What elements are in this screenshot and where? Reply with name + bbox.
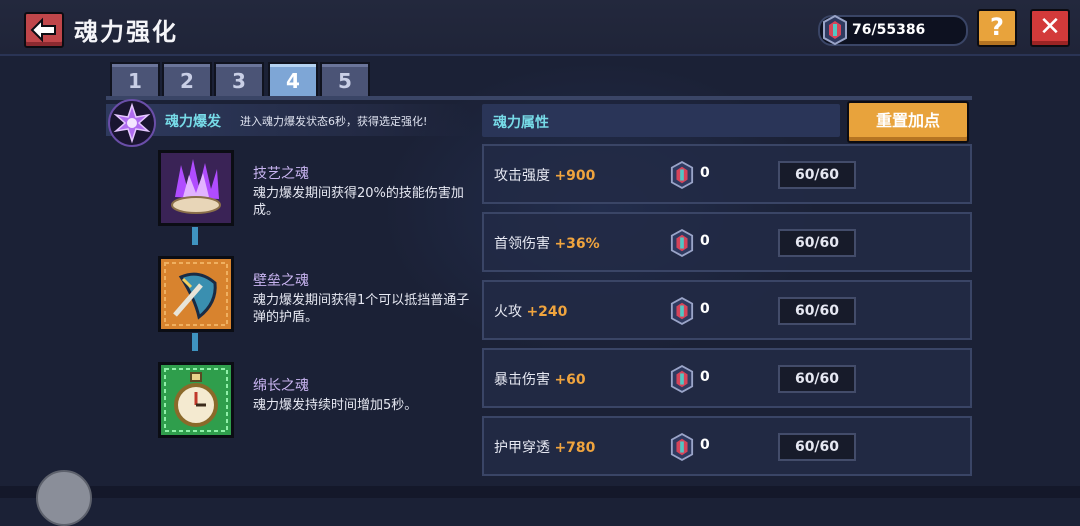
currency-display: 76/55386 <box>818 15 968 46</box>
soul-gem-icon <box>670 365 694 393</box>
tab-4[interactable]: 4 <box>268 62 318 98</box>
skill-name-2: 壁垒之魂 <box>253 273 309 289</box>
bottom-bar <box>0 486 1080 498</box>
soul-gem-icon <box>670 297 694 325</box>
attribute-row: 暴击伤害 +60 0 60/60 <box>482 348 972 408</box>
reset-points-button[interactable]: 重置加点 <box>847 101 969 143</box>
attribute-level[interactable]: 60/60 <box>778 229 856 257</box>
attribute-level[interactable]: 60/60 <box>778 161 856 189</box>
tab-2[interactable]: 2 <box>162 62 212 98</box>
soul-gem-icon <box>670 161 694 189</box>
attribute-row: 火攻 +240 0 60/60 <box>482 280 972 340</box>
attribute-name: 火攻 +240 <box>494 304 568 320</box>
attribute-level[interactable]: 60/60 <box>778 297 856 325</box>
attribute-gem-count: 0 <box>700 233 710 249</box>
purple-crystal-icon[interactable] <box>158 150 234 226</box>
tab-strip <box>106 96 972 100</box>
attribute-bonus: +780 <box>554 440 596 456</box>
tab-3[interactable]: 3 <box>214 62 264 98</box>
soul-gem-icon <box>670 229 694 257</box>
attribute-gem-count: 0 <box>700 165 710 181</box>
attribute-bonus: +36% <box>554 236 600 252</box>
skill-name-3: 绵长之魂 <box>253 378 309 394</box>
attribute-gem-count: 0 <box>700 301 710 317</box>
attribute-gem-count: 0 <box>700 437 710 453</box>
attribute-row: 攻击强度 +900 0 60/60 <box>482 144 972 204</box>
skill-connector <box>192 333 198 351</box>
skill-name-1: 技艺之魂 <box>253 166 309 182</box>
close-button[interactable]: ✕ <box>1030 9 1070 47</box>
skill-description-1: 魂力爆发期间获得20%的技能伤害加成。 <box>253 186 464 218</box>
attribute-name: 暴击伤害 +60 <box>494 372 586 388</box>
burst-title: 魂力爆发 <box>165 114 221 130</box>
back-button[interactable] <box>24 12 64 48</box>
avatar[interactable] <box>36 470 92 526</box>
soul-gem-icon <box>823 15 847 45</box>
attribute-bonus: +240 <box>526 304 568 320</box>
attribute-level[interactable]: 60/60 <box>778 365 856 393</box>
soul-gem-icon <box>670 433 694 461</box>
shield-icon[interactable] <box>158 256 234 332</box>
help-button[interactable]: ? <box>977 9 1017 47</box>
attribute-row: 首领伤害 +36% 0 60/60 <box>482 212 972 272</box>
attribute-bonus: +60 <box>554 372 586 388</box>
attribute-bonus: +900 <box>554 168 596 184</box>
burst-description: 进入魂力爆发状态6秒，获得选定强化! <box>240 115 428 128</box>
tab-5[interactable]: 5 <box>320 62 370 98</box>
attribute-row: 护甲穿透 +780 0 60/60 <box>482 416 972 476</box>
attribute-name: 护甲穿透 +780 <box>494 440 596 456</box>
tab-1[interactable]: 1 <box>110 62 160 98</box>
attribute-gem-count: 0 <box>700 369 710 385</box>
stopwatch-icon[interactable] <box>158 362 234 438</box>
soul-burst-icon <box>108 99 156 147</box>
attribute-level[interactable]: 60/60 <box>778 433 856 461</box>
skill-description-3: 魂力爆发持续时间增加5秒。 <box>253 398 418 413</box>
page-title: 魂力强化 <box>74 18 178 46</box>
attribute-name: 首领伤害 +36% <box>494 236 600 252</box>
skill-connector <box>192 227 198 245</box>
attribute-name: 攻击强度 +900 <box>494 168 596 184</box>
back-arrow-icon <box>30 17 56 43</box>
skill-description-2: 魂力爆发期间获得1个可以抵挡普通子弹的护盾。 <box>253 293 470 325</box>
currency-value: 76/55386 <box>852 22 926 38</box>
attributes-header-label: 魂力属性 <box>493 115 549 131</box>
